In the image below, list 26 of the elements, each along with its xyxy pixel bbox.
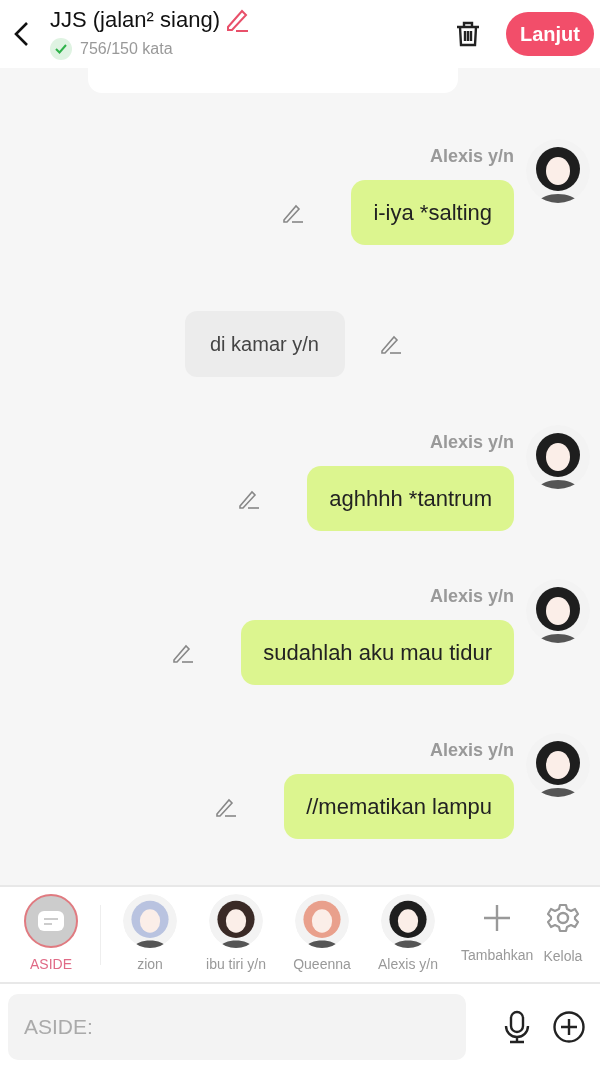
gear-icon [546, 902, 579, 934]
character-tab[interactable]: zion [107, 894, 193, 975]
add-icon[interactable] [552, 1010, 586, 1044]
character-tab[interactable]: ASIDE [8, 894, 94, 975]
microphone-icon[interactable] [502, 1010, 532, 1044]
sender-name: Alexis y/n [428, 585, 514, 608]
character-tab[interactable]: ibu tiri y/n [193, 894, 279, 975]
character-tab[interactable]: Queenna [279, 894, 365, 975]
character-tab[interactable]: Alexis y/n [365, 894, 451, 975]
message-bubble: i-iya *salting [351, 180, 514, 245]
trash-icon[interactable] [454, 20, 482, 48]
story-title: JJS (jalan² siang) [50, 7, 220, 33]
plus-icon [482, 903, 513, 933]
message-bubble: //mematikan lampu [284, 774, 514, 839]
narration-bubble: di kamar y/n [185, 311, 345, 377]
sender-name: Alexis y/n [428, 145, 514, 168]
next-button[interactable]: Lanjut [506, 12, 594, 56]
message-input[interactable]: ASIDE: [8, 994, 466, 1060]
manage-button[interactable]: Kelola [543, 902, 583, 967]
word-count: 756/150 kata [80, 39, 173, 59]
message-bubble: sudahlah aku mau tidur [241, 620, 514, 685]
sender-name: Alexis y/n [428, 739, 514, 762]
sender-name: Alexis y/n [428, 431, 514, 454]
add-character-button[interactable]: Tambahkan [461, 903, 534, 966]
note-icon [37, 910, 65, 932]
message-bubble: aghhhh *tantrum [307, 466, 514, 531]
